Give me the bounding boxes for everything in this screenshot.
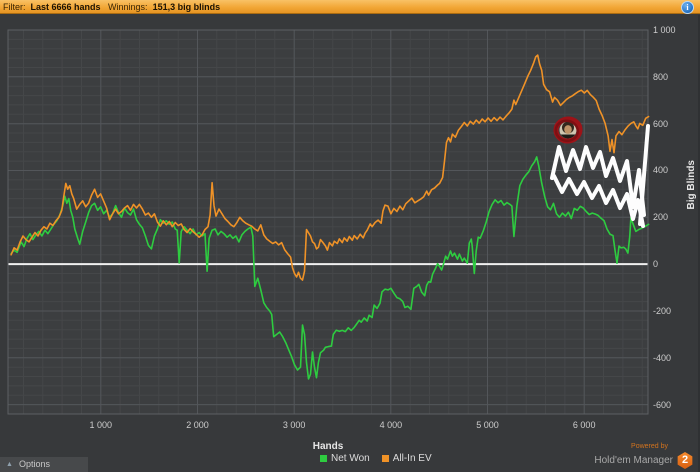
y-tick-label: -400 (653, 352, 672, 363)
plot-background (8, 30, 648, 414)
x-axis-title: Hands (312, 441, 344, 452)
powered-by-brand: Powered by Hold'em Manager 2 (594, 443, 693, 469)
y-tick-label: 0 (653, 259, 659, 270)
legend-label: All-In EV (392, 453, 432, 464)
x-tick-label: 3 000 (282, 420, 306, 430)
x-tick-label: 5 000 (476, 420, 499, 430)
x-tick-label: 2 000 (186, 420, 209, 430)
chart-legend: Net Won All-In EV (320, 453, 432, 464)
y-tick-label: 1 000 (653, 25, 676, 35)
hm2-logo-icon[interactable]: 2 (677, 452, 693, 469)
x-tick-label: 4 000 (379, 420, 403, 430)
chevron-up-icon: ▲ (6, 461, 13, 468)
y-tick-label: 600 (653, 118, 669, 129)
net-won-swatch-icon (320, 455, 327, 462)
options-button-label: Options (18, 459, 50, 469)
y-axis-title: Big Blinds (686, 160, 697, 210)
avatar-face (564, 125, 572, 134)
y-tick-label: -200 (653, 305, 672, 316)
legend-label: Net Won (331, 453, 370, 464)
y-tick-label: 800 (653, 71, 669, 82)
brand-name: Hold'em Manager (594, 454, 673, 466)
powered-by-text: Powered by (631, 443, 668, 450)
y-tick-label: -600 (653, 399, 672, 410)
options-button[interactable]: ▲ Options (0, 457, 88, 472)
all-in-ev-swatch-icon (381, 455, 389, 462)
y-tick-label: 400 (653, 165, 669, 176)
legend-item-net-won[interactable]: Net Won (320, 453, 370, 464)
winnings-graph (7, 29, 650, 415)
y-tick-label: 200 (653, 212, 669, 223)
holdem-manager-graph-window: Filter: Last 6666 hands Winnings: 151,3 bi… (0, 0, 700, 472)
x-tick-label: 1 000 (89, 420, 113, 430)
legend-item-all-in-ev[interactable]: All-In EV (381, 453, 432, 464)
x-tick-label: 6 000 (572, 420, 596, 430)
